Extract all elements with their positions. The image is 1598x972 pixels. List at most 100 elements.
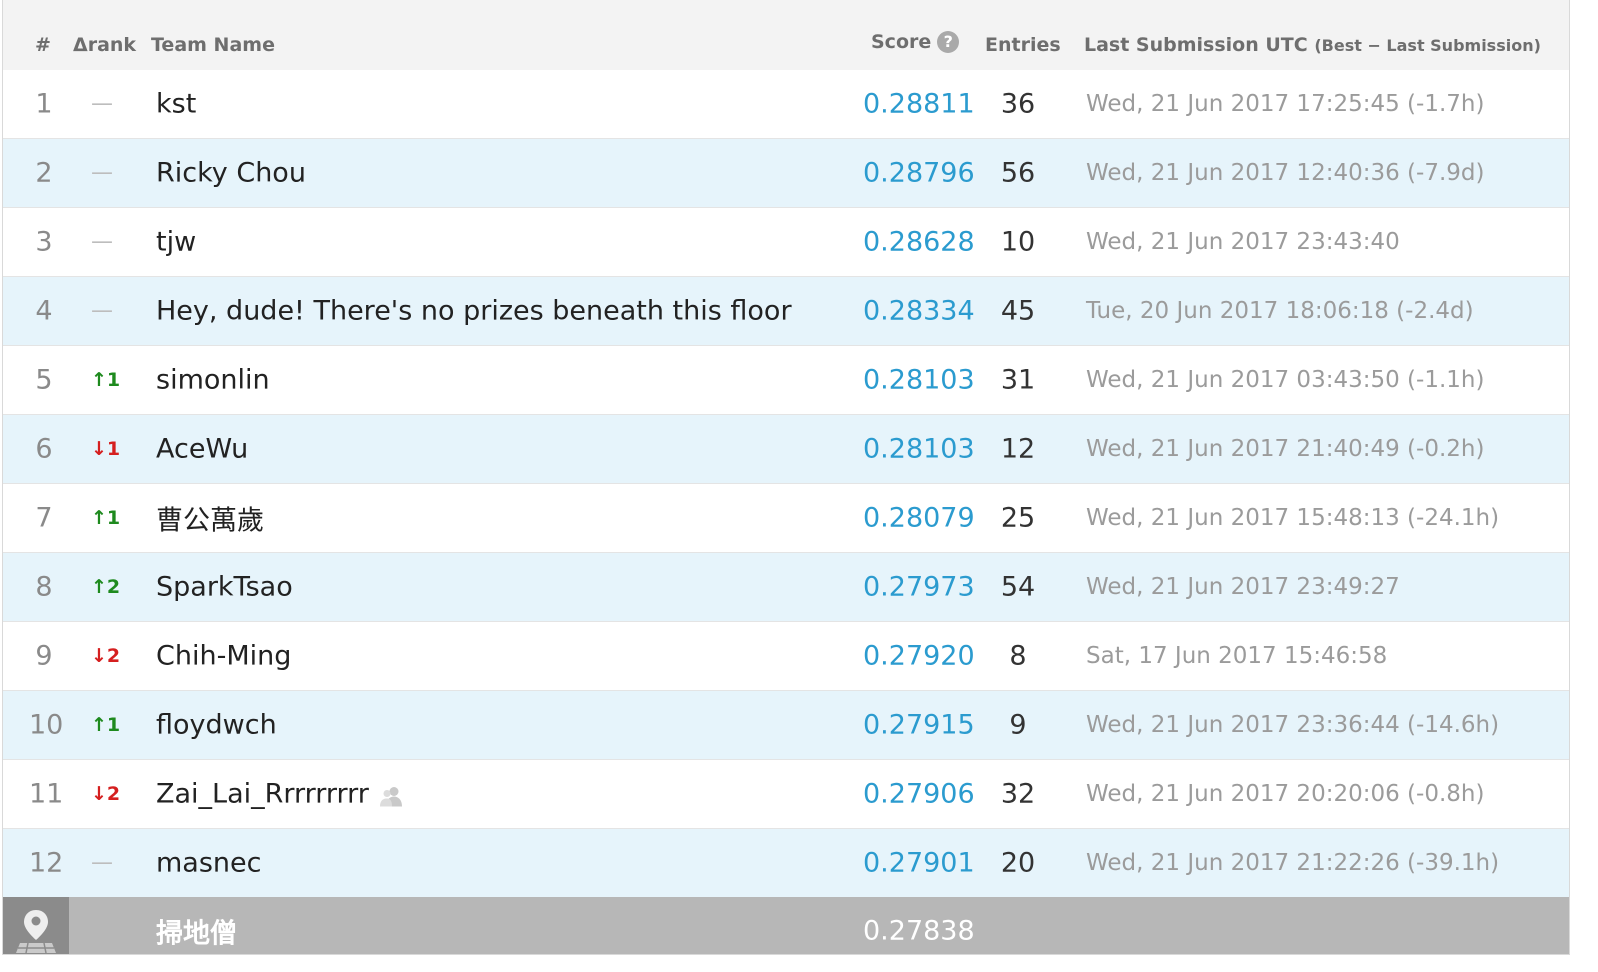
team-name-link[interactable]: Hey, dude! There's no prizes beneath thi…	[156, 296, 792, 327]
team-name-link[interactable]: AceWu	[156, 434, 248, 465]
team-name-cell[interactable]: Zai_Lai_Rrrrrrrrr	[156, 779, 403, 810]
delta-rank-cell: —	[91, 91, 113, 117]
entries-cell: 56	[1000, 157, 1036, 189]
team-name-column-header: Team Name	[151, 34, 275, 56]
table-row[interactable]: 7 ↑1 曹公萬歲 0.28079 25 Wed, 21 Jun 2017 15:48:1…	[3, 483, 1569, 552]
entries-cell: 32	[1000, 778, 1036, 810]
delta-rank-cell: —	[91, 160, 113, 186]
rank-cell: 7	[35, 502, 53, 534]
rank-cell: 1	[35, 88, 53, 120]
score-cell: 0.28628	[863, 226, 975, 258]
rank-cell: 3	[35, 226, 53, 258]
rank-cell: 8	[35, 571, 53, 603]
table-row[interactable]: 3 — tjw 0.28628 10 Wed, 21 Jun 2017 23:43:40	[3, 207, 1569, 276]
team-name-link[interactable]: Zai_Lai_Rrrrrrrrr	[156, 779, 369, 810]
delta-rank-cell: —	[91, 850, 113, 876]
score-column-header: Score ?	[871, 31, 960, 53]
team-members-icon	[379, 783, 403, 806]
delta-rank-cell: ↑1	[91, 714, 121, 736]
rank-cell: 12	[29, 847, 64, 879]
entries-cell: 36	[1000, 88, 1036, 120]
score-cell: 0.28103	[863, 364, 975, 396]
last-submission-cell: Wed, 21 Jun 2017 15:48:13 (-24.1h)	[1086, 505, 1500, 531]
team-name-cell[interactable]: tjw	[156, 227, 196, 258]
last-submission-cell: Tue, 20 Jun 2017 18:06:18 (-2.4d)	[1086, 298, 1474, 324]
last-submission-cell: Wed, 21 Jun 2017 23:49:27	[1086, 574, 1400, 600]
score-cell: 0.28103	[863, 433, 975, 465]
team-name-cell[interactable]: SparkTsao	[156, 572, 293, 603]
team-name-cell[interactable]: Ricky Chou	[156, 158, 306, 189]
last-submission-cell: Wed, 21 Jun 2017 21:40:49 (-0.2h)	[1086, 436, 1485, 462]
table-row[interactable]: 1 — kst 0.28811 36 Wed, 21 Jun 2017 17:25:45 …	[3, 70, 1569, 138]
last-submission-cell: Wed, 21 Jun 2017 03:43:50 (-1.1h)	[1086, 367, 1485, 393]
entries-cell: 8	[1009, 640, 1027, 672]
entries-cell: 31	[1000, 364, 1036, 396]
team-name-cell[interactable]: simonlin	[156, 365, 270, 396]
entries-cell: 12	[1000, 433, 1036, 465]
score-cell: 0.27920	[863, 640, 975, 672]
table-row[interactable]: 12 — masnec 0.27901 20 Wed, 21 Jun 2017 21:22…	[3, 828, 1569, 897]
team-name-link[interactable]: 曹公萬歲	[156, 499, 264, 538]
delta-rank-cell: ↑1	[91, 507, 121, 529]
map-pin-icon	[3, 897, 69, 954]
entries-cell: 20	[1000, 847, 1036, 879]
score-header-label: Score	[871, 31, 932, 53]
table-row[interactable]: 8 ↑2 SparkTsao 0.27973 54 Wed, 21 Jun 2017 23…	[3, 552, 1569, 621]
rank-cell: 5	[35, 364, 53, 396]
entries-cell: 10	[1000, 226, 1036, 258]
score-cell: 0.28334	[863, 295, 975, 327]
question-icon[interactable]: ?	[937, 31, 960, 53]
delta-rank-cell: ↓2	[91, 645, 121, 667]
score-cell: 0.27901	[863, 847, 975, 879]
team-name-link[interactable]: kst	[156, 89, 196, 120]
last-submission-cell: Wed, 21 Jun 2017 21:22:26 (-39.1h)	[1086, 850, 1500, 876]
score-cell: 0.28796	[863, 157, 975, 189]
table-row[interactable]: 6 ↓1 AceWu 0.28103 12 Wed, 21 Jun 2017 21:40:…	[3, 414, 1569, 483]
leaderboard-header: # Δrank Team Name Score ? Entries Last S…	[3, 0, 1569, 70]
team-name-link[interactable]: simonlin	[156, 365, 270, 396]
last-submission-cell: Wed, 21 Jun 2017 20:20:06 (-0.8h)	[1086, 781, 1485, 807]
score-cell: 0.27973	[863, 571, 975, 603]
benchmark-score: 0.27838	[863, 915, 975, 947]
delta-rank-cell: ↓1	[91, 438, 121, 460]
table-row[interactable]: 10 ↑1 floydwch 0.27915 9 Wed, 21 Jun 2017 23:…	[3, 690, 1569, 759]
delta-rank-cell: —	[91, 298, 113, 324]
benchmark-name: 掃地僧	[156, 918, 237, 950]
leaderboard-rows: 1— kst 0.28811 36 Wed, 21 Jun 2017 17:25:45 …	[3, 70, 1569, 897]
last-submission-header-sublabel: (Best − Last Submission)	[1314, 36, 1541, 55]
last-submission-column-header: Last Submission UTC (Best − Last Submiss…	[1084, 34, 1541, 56]
team-name-link[interactable]: tjw	[156, 227, 196, 258]
team-name-cell[interactable]: kst	[156, 89, 196, 120]
last-submission-cell: Wed, 21 Jun 2017 17:25:45 (-1.7h)	[1086, 91, 1485, 117]
team-name-link[interactable]: floydwch	[156, 710, 277, 741]
last-submission-cell: Wed, 21 Jun 2017 23:36:44 (-14.6h)	[1086, 712, 1500, 738]
table-row[interactable]: 2 — Ricky Chou 0.28796 56 Wed, 21 Jun 2017 12…	[3, 138, 1569, 207]
table-row[interactable]: 5 ↑1 simonlin 0.28103 31 Wed, 21 Jun 2017 03:…	[3, 345, 1569, 414]
rank-column-header: #	[35, 34, 51, 56]
entries-cell: 9	[1009, 709, 1027, 741]
team-name-cell[interactable]: AceWu	[156, 434, 248, 465]
entries-cell: 45	[1000, 295, 1036, 327]
team-name-cell[interactable]: Chih-Ming	[156, 641, 291, 672]
rank-cell: 9	[35, 640, 53, 672]
table-row[interactable]: 9 ↓2 Chih-Ming 0.27920 8 Sat, 17 Jun 2017 15:…	[3, 621, 1569, 690]
table-row[interactable]: 4 — Hey, dude! There's no prizes beneath t…	[3, 276, 1569, 345]
team-name-cell[interactable]: floydwch	[156, 710, 277, 741]
team-name-cell[interactable]: Hey, dude! There's no prizes beneath thi…	[156, 296, 792, 327]
delta-rank-cell: —	[91, 229, 113, 255]
delta-rank-cell: ↓2	[91, 783, 121, 805]
table-row[interactable]: 11 ↓2 Zai_Lai_Rrrrrrrrr 0.27906 32 Wed, 21 Ju…	[3, 759, 1569, 828]
last-submission-cell: Wed, 21 Jun 2017 23:43:40	[1086, 229, 1400, 255]
team-name-link[interactable]: masnec	[156, 848, 261, 879]
score-cell: 0.27906	[863, 778, 975, 810]
team-name-cell[interactable]: masnec	[156, 848, 261, 879]
last-submission-cell: Wed, 21 Jun 2017 12:40:36 (-7.9d)	[1086, 160, 1485, 186]
team-name-link[interactable]: SparkTsao	[156, 572, 293, 603]
score-cell: 0.28079	[863, 502, 975, 534]
entries-column-header: Entries	[985, 34, 1061, 56]
team-name-link[interactable]: Ricky Chou	[156, 158, 306, 189]
last-submission-header-label: Last Submission UTC	[1084, 34, 1308, 56]
team-name-cell[interactable]: 曹公萬歲	[156, 499, 264, 538]
team-name-link[interactable]: Chih-Ming	[156, 641, 291, 672]
leaderboard: # Δrank Team Name Score ? Entries Last S…	[2, 0, 1570, 955]
